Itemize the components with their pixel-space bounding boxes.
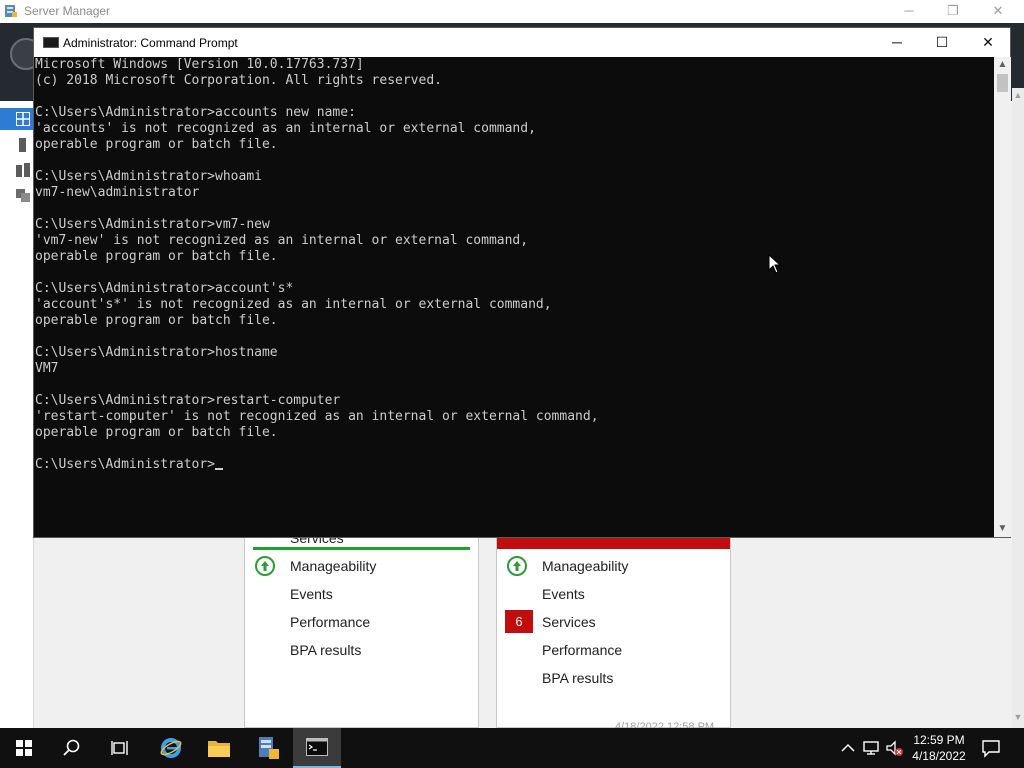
network-icon[interactable] bbox=[861, 738, 881, 758]
cmd-window-icon bbox=[43, 37, 59, 48]
console-prompt[interactable]: C:\Users\Administrator> bbox=[35, 457, 224, 473]
console-line: 'restart-computer' is not recognized as … bbox=[35, 409, 599, 424]
search-button[interactable] bbox=[48, 728, 96, 768]
scroll-thumb[interactable] bbox=[997, 74, 1008, 92]
role-tile-1: Services Manageability Events Performanc… bbox=[244, 530, 479, 728]
file-explorer-button[interactable] bbox=[195, 728, 243, 768]
minimize-button[interactable]: ─ bbox=[886, 0, 932, 23]
search-icon bbox=[63, 739, 80, 756]
services-alert-badge: 6 bbox=[505, 610, 533, 633]
console-line: VM7 bbox=[35, 361, 59, 376]
cmd-scrollbar[interactable]: ▲ ▼ bbox=[994, 57, 1011, 537]
tile-item-manageability[interactable]: Manageability bbox=[542, 558, 628, 574]
console-line: C:\Users\Administrator>hostname bbox=[35, 345, 278, 360]
console-line: vm7-new\administrator bbox=[35, 185, 200, 200]
console-line: (c) 2018 Microsoft Corporation. All righ… bbox=[35, 73, 442, 88]
close-button[interactable]: ✕ bbox=[975, 0, 1021, 23]
console-line: operable program or batch file. bbox=[35, 425, 278, 440]
console-prompt-text: C:\Users\Administrator> bbox=[35, 457, 216, 472]
volume-muted-icon[interactable] bbox=[884, 738, 904, 758]
taskbar: 12:59 PM 4/18/2022 bbox=[0, 728, 1024, 768]
command-prompt-window[interactable]: Administrator: Command Prompt ─ ☐ ✕ Micr… bbox=[33, 27, 1011, 538]
console-line: operable program or batch file. bbox=[35, 249, 278, 264]
tile-item-performance[interactable]: Performance bbox=[542, 642, 622, 658]
task-view-button[interactable] bbox=[96, 728, 144, 768]
clock-date: 4/18/2022 bbox=[912, 749, 966, 763]
tile-status-bar bbox=[253, 547, 470, 550]
server-manager-icon bbox=[259, 737, 279, 759]
internet-explorer-icon bbox=[160, 738, 182, 758]
local-server-icon[interactable] bbox=[16, 138, 30, 152]
console-line: C:\Users\Administrator>restart-computer bbox=[35, 393, 341, 408]
chevron-up-icon[interactable] bbox=[838, 738, 858, 758]
all-servers-icon[interactable] bbox=[16, 163, 30, 177]
start-icon bbox=[16, 740, 32, 756]
cmd-titlebar[interactable]: Administrator: Command Prompt ─ ☐ ✕ bbox=[34, 28, 1010, 57]
console-line: Microsoft Windows [Version 10.0.17763.73… bbox=[35, 57, 364, 72]
console-line: 'account's*' is not recognized as an int… bbox=[35, 297, 552, 312]
console-line: operable program or batch file. bbox=[35, 313, 278, 328]
ok-status-icon bbox=[507, 556, 527, 576]
scroll-down-icon[interactable]: ▼ bbox=[994, 521, 1011, 537]
file-explorer-icon bbox=[208, 741, 230, 757]
internet-explorer-button[interactable] bbox=[147, 728, 195, 768]
console-line: C:\Users\Administrator>whoami bbox=[35, 169, 262, 184]
ok-status-icon bbox=[255, 556, 275, 576]
restore-button[interactable]: ❐ bbox=[930, 0, 976, 23]
dashboard-icon bbox=[16, 112, 30, 126]
command-prompt-icon bbox=[306, 738, 328, 756]
text-cursor bbox=[215, 468, 224, 470]
cmd-minimize-button[interactable]: ─ bbox=[874, 28, 920, 57]
file-storage-icon[interactable] bbox=[16, 188, 30, 202]
console-line: 'accounts' is not recognized as an inter… bbox=[35, 121, 536, 136]
scroll-up-icon[interactable]: ▲ bbox=[994, 57, 1011, 73]
tile-item-performance[interactable]: Performance bbox=[290, 614, 370, 630]
tile-item-manageability[interactable]: Manageability bbox=[290, 558, 376, 574]
command-prompt-taskbar-button[interactable] bbox=[293, 728, 341, 768]
tile-item-events[interactable]: Events bbox=[542, 586, 585, 602]
console-line: C:\Users\Administrator>vm7-new bbox=[35, 217, 270, 232]
tile-item-bpa-results[interactable]: BPA results bbox=[290, 642, 361, 658]
tile-item-bpa-results[interactable]: BPA results bbox=[542, 670, 613, 686]
cmd-window-title: Administrator: Command Prompt bbox=[63, 36, 238, 50]
start-button[interactable] bbox=[0, 728, 48, 768]
sidebar-item-dashboard[interactable] bbox=[0, 108, 34, 130]
clock-time: 12:59 PM bbox=[913, 733, 965, 747]
system-clock[interactable]: 12:59 PM 4/18/2022 bbox=[904, 732, 974, 764]
server-manager-title: Server Manager bbox=[24, 4, 111, 18]
role-tile-2: Manageability Events 6 Services Performa… bbox=[496, 537, 731, 733]
tile-item-events[interactable]: Events bbox=[290, 586, 333, 602]
console-line: C:\Users\Administrator>accounts new name… bbox=[35, 105, 356, 120]
server-manager-titlebar: Server Manager ─ ❐ ✕ bbox=[0, 0, 1024, 23]
tile-item-services[interactable]: Services bbox=[542, 614, 596, 630]
cmd-close-button[interactable]: ✕ bbox=[965, 28, 1011, 57]
console-line: C:\Users\Administrator>account's* bbox=[35, 281, 294, 296]
scroll-down-icon[interactable]: ▼ bbox=[1012, 712, 1024, 726]
mouse-pointer-icon bbox=[768, 254, 782, 274]
console-line: operable program or batch file. bbox=[35, 137, 278, 152]
action-center-icon[interactable] bbox=[981, 738, 1001, 758]
scroll-up-icon[interactable]: ▲ bbox=[1012, 90, 1024, 104]
tile-status-bar bbox=[497, 538, 730, 549]
cmd-maximize-button[interactable]: ☐ bbox=[919, 28, 965, 57]
task-view-icon bbox=[111, 741, 128, 755]
server-manager-icon bbox=[5, 5, 17, 17]
console-line: 'vm7-new' is not recognized as an intern… bbox=[35, 233, 529, 248]
server-manager-button[interactable] bbox=[244, 728, 292, 768]
server-manager-scrollbar[interactable]: ▲ ▼ bbox=[1012, 88, 1024, 728]
console-output[interactable]: Microsoft Windows [Version 10.0.17763.73… bbox=[34, 57, 994, 537]
